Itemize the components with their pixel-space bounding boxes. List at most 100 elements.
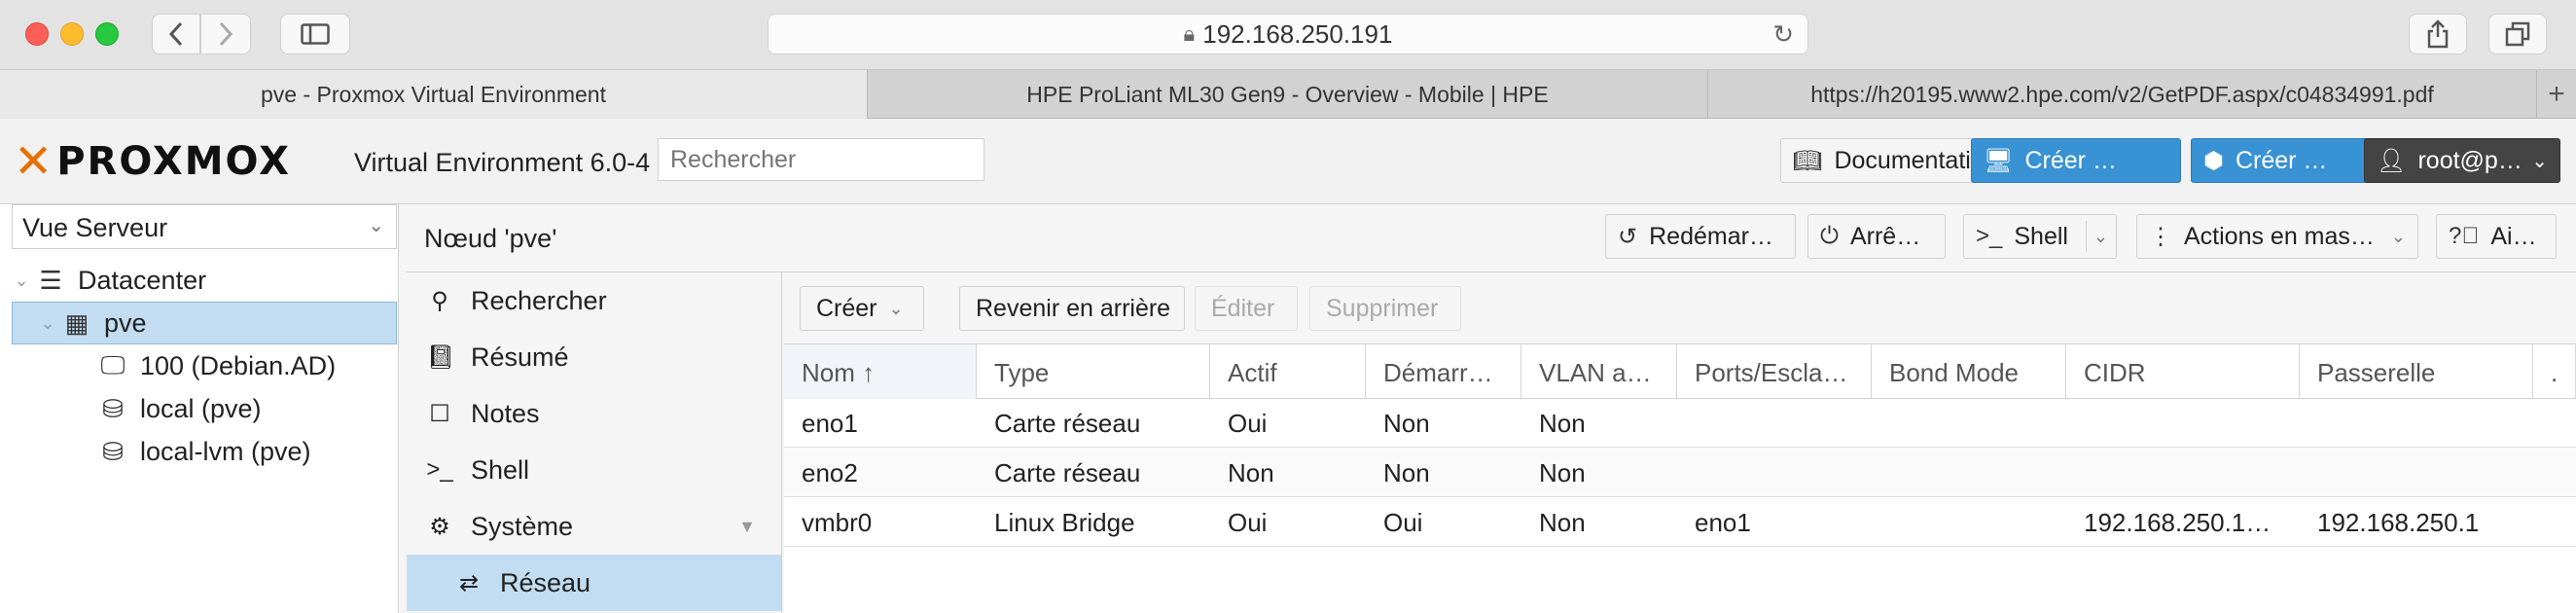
shell-button[interactable]: >_ Shell ⌄ [1963,214,2117,259]
node-menu: ⚲ Rechercher 📓︎ Résumé ☐ Notes >_ Shell … [407,272,782,613]
shutdown-label: Arrê… [1849,222,1921,250]
revert-button[interactable]: Revenir en arrière [959,286,1185,331]
user-icon: 👤︎ [2377,147,2407,174]
bulk-actions-button[interactable]: ⋮ Actions en mas… ⌄ [2136,214,2418,259]
back-button[interactable] [152,14,200,54]
tree-item-storage-local[interactable]: ⛁ local (pve) [12,387,397,430]
chevron-right-icon [219,21,233,47]
column-header-type[interactable]: Type [977,344,1210,399]
cell-ports [1677,399,1872,448]
zoom-window-button[interactable] [95,22,119,46]
table-row[interactable]: eno2 Carte réseau Non Non Non [784,449,2576,497]
menu-item-network[interactable]: ⇄ Réseau [407,555,781,611]
menu-item-label: Rechercher [471,285,607,315]
cell-active: Oui [1228,409,1268,438]
menu-item-search[interactable]: ⚲ Rechercher [407,272,781,329]
menu-item-notes[interactable]: ☐ Notes [407,385,781,442]
cell-bond-mode [1872,399,2066,448]
menu-item-system[interactable]: ⚙ Système ▼ [407,498,781,555]
question-circle-icon: ?⃝ [2449,223,2480,249]
reload-icon[interactable]: ↻ [1772,19,1794,50]
cell-vlan-aware: Non [1539,458,1586,487]
delete-button[interactable]: Supprimer [1309,286,1461,331]
minimize-window-button[interactable] [60,22,84,46]
chevron-down-icon: ⌄ [2390,226,2406,246]
documentation-button[interactable]: 📖︎ Documentati… [1780,138,2002,183]
cell-cidr: 192.168.250.1… [2084,508,2272,537]
menu-item-shell[interactable]: >_ Shell [407,442,781,498]
column-header-autostart[interactable]: Démarr… [1366,344,1521,399]
view-selector[interactable]: Vue Serveur ⌄ [12,204,397,249]
proxmox-x-icon: ✕ [14,134,55,189]
collapse-icon[interactable]: ▼ [738,517,756,537]
network-toolbar: Créer ⌄ Revenir en arrière Éditer Suppri… [784,272,2576,344]
shutdown-button[interactable]: ⏻ Arrê… [1807,214,1946,259]
sidebar-toggle-button[interactable] [280,14,350,54]
datacenter-icon: ☰ [39,265,62,295]
help-button[interactable]: ?⃝ Ai… [2436,214,2557,259]
book-icon: 📓︎ [426,343,456,371]
forward-button[interactable] [200,14,251,54]
table-row[interactable]: eno1 Carte réseau Oui Non Non [784,399,2576,448]
menu-item-summary[interactable]: 📓︎ Résumé [407,329,781,385]
user-menu-button[interactable]: 👤︎ root@p… ⌄ [2364,138,2560,183]
edit-button[interactable]: Éditer [1195,286,1298,331]
tree-item-storage-local-lvm[interactable]: ⛁ local-lvm (pve) [12,430,397,473]
column-header-active[interactable]: Actif [1210,344,1366,399]
column-header-cidr[interactable]: CIDR [2066,344,2300,399]
version-label: Virtual Environment 6.0-4 [354,148,651,177]
menu-item-label: Shell [471,454,530,485]
cube-icon: ⬢ [2203,147,2224,174]
chevron-left-icon [168,21,183,47]
desktop-icon: 🖥︎ [1984,147,2014,174]
chevron-down-icon: ⌄ [2531,150,2548,172]
reboot-button[interactable]: ↺ Redémar… [1605,214,1796,259]
chevron-down-icon[interactable]: ⌄ [2093,227,2108,247]
resource-tree-panel: Vue Serveur ⌄ ⌄ ☰ Datacenter ⌄ ▦ pve 🖵 1… [0,204,399,613]
ellipsis-vertical-icon: ⋮ [2149,223,2172,250]
cell-name: eno1 [802,409,858,438]
tree-item-pve[interactable]: ⌄ ▦ pve [12,302,397,344]
tabs-icon [2505,21,2530,47]
column-header-gateway[interactable]: Passerelle [2300,344,2533,399]
column-header-name[interactable]: Nom ↑ [784,344,977,399]
cell-cidr [2066,449,2300,497]
tree-item-vm-100[interactable]: 🖵 100 (Debian.AD) [12,344,397,387]
cell-autostart: Non [1383,409,1430,438]
column-header-vlan-aware[interactable]: VLAN a… [1521,344,1677,399]
cell-gateway: 192.168.250.1 [2317,508,2480,537]
cell-type: Carte réseau [994,409,1141,438]
tab-overview-button[interactable] [2488,14,2547,54]
column-header-more[interactable]: . [2533,344,2576,399]
terminal-icon: >_ [1976,223,2003,249]
page-title: Nœud 'pve' [424,224,557,253]
tree-item-datacenter[interactable]: ⌄ ☰ Datacenter [12,259,397,302]
node-title-bar: Nœud 'pve' ↺ Redémar… ⏻ Arrê… >_ Shell ⌄… [407,204,2576,272]
browser-tab-hpe-overview[interactable]: HPE ProLiant ML30 Gen9 - Overview - Mobi… [868,70,1708,119]
terminal-icon: >_ [426,456,453,483]
close-window-button[interactable] [25,22,49,46]
tree-item-label: local-lvm (pve) [140,436,311,466]
pve-header: ✕ PROXMOX Virtual Environment 6.0-4 📖︎ D… [0,119,2576,204]
proxmox-logo[interactable]: ✕ PROXMOX [14,134,291,189]
collapse-icon[interactable]: ⌄ [12,270,31,291]
column-header-ports-slaves[interactable]: Ports/Escla… [1677,344,1872,399]
resource-tree: ⌄ ☰ Datacenter ⌄ ▦ pve 🖵 100 (Debian.AD)… [12,259,397,473]
create-network-button[interactable]: Créer ⌄ [800,286,924,331]
browser-tab-proxmox[interactable]: pve - Proxmox Virtual Environment [0,70,868,119]
cell-bond-mode [1872,498,2066,547]
reboot-label: Redémar… [1649,222,1773,250]
cell-autostart: Non [1383,458,1430,487]
tree-item-label: pve [104,307,147,338]
create-vm-button[interactable]: 🖥︎ Créer … [1971,138,2181,183]
search-input[interactable] [658,138,984,181]
browser-tab-hpe-pdf[interactable]: https://h20195.www2.hpe.com/v2/GetPDF.as… [1708,70,2537,119]
new-tab-button[interactable]: + [2537,70,2576,119]
server-icon: ▦ [64,307,89,338]
share-button[interactable] [2409,14,2467,54]
cell-gateway [2300,449,2533,497]
column-header-bond-mode[interactable]: Bond Mode [1872,344,2066,399]
collapse-icon[interactable]: ⌄ [38,313,57,334]
address-bar[interactable]: 🔒︎ 192.168.250.191 ↻ [768,14,1808,54]
table-row[interactable]: vmbr0 Linux Bridge Oui Oui Non eno1 192.… [784,498,2576,547]
